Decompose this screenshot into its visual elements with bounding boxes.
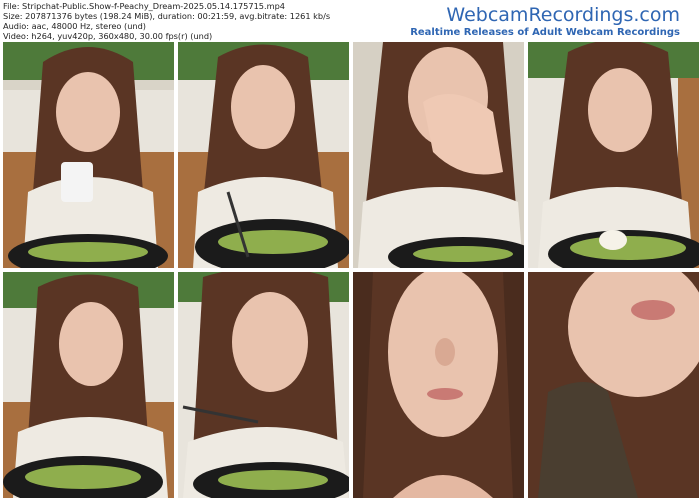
thumbnail-image	[178, 272, 349, 498]
thumbnail-image	[3, 42, 174, 268]
brand-logo[interactable]: WebcamRecordings.com	[410, 4, 680, 26]
thumbnail-image	[3, 272, 174, 498]
size-line: Size: 207871376 bytes (198.24 MiB), dura…	[3, 11, 331, 21]
thumbnail-image	[178, 42, 349, 268]
brand-header: WebcamRecordings.com Realtime Releases o…	[410, 4, 680, 39]
thumbnail-1[interactable]	[3, 42, 174, 268]
thumbnail-image	[353, 42, 524, 268]
thumbnail-image	[528, 272, 699, 498]
thumbnail-image	[528, 42, 699, 268]
thumbnail-8[interactable]	[528, 272, 699, 498]
thumbnail-7[interactable]	[353, 272, 524, 498]
video-line: Video: h264, yuv420p, 360x480, 30.00 fps…	[3, 31, 213, 41]
thumbnail-3[interactable]	[353, 42, 524, 268]
thumbnail-grid	[3, 42, 699, 498]
file-info: File: Stripchat-Public.Show-f-Peachy_Dre…	[3, 1, 330, 41]
audio-line: Audio: aac, 48000 Hz, stereo (und)	[3, 21, 146, 31]
brand-tagline: Realtime Releases of Adult Webcam Record…	[410, 27, 680, 38]
file-name-line: File: Stripchat-Public.Show-f-Peachy_Dre…	[3, 1, 285, 11]
thumbnail-image	[353, 272, 524, 498]
thumbnail-4[interactable]	[528, 42, 699, 268]
thumbnail-2[interactable]	[178, 42, 349, 268]
thumbnail-5[interactable]	[3, 272, 174, 498]
thumbnail-6[interactable]	[178, 272, 349, 498]
